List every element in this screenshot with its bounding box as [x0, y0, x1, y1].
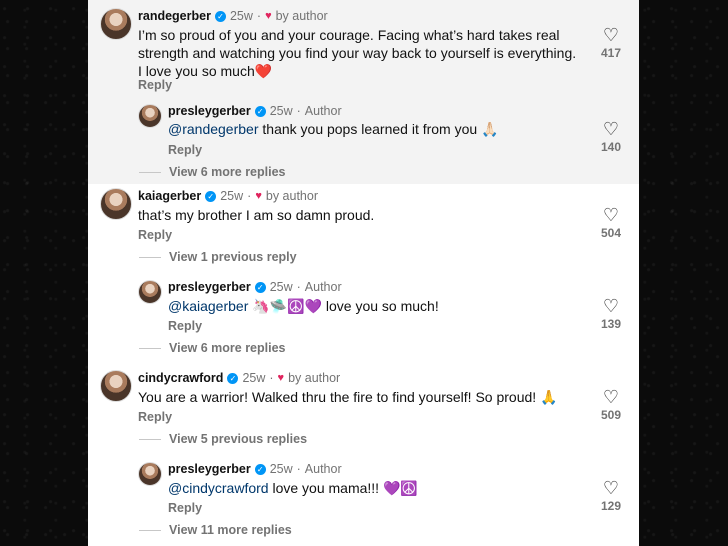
- reply-button[interactable]: Reply: [138, 410, 172, 424]
- timestamp: 25w: [269, 104, 293, 118]
- liked-by-author: by author: [288, 371, 341, 385]
- reply-meta: presleygerber ✓ 25w · Author: [168, 280, 342, 294]
- like-count: 129: [600, 499, 622, 513]
- mention-link[interactable]: @cindycrawford: [168, 480, 269, 496]
- like-count: 504: [600, 226, 622, 240]
- verified-badge-icon: ✓: [214, 10, 226, 22]
- avatar[interactable]: [100, 188, 132, 220]
- like-button[interactable]: ♡ 417: [591, 26, 631, 60]
- liked-by-author: by author: [275, 9, 328, 23]
- like-button[interactable]: ♡ 509: [591, 388, 631, 422]
- comment-text: that’s my brother I am so damn proud.: [138, 207, 375, 223]
- verified-badge-icon: ✓: [205, 190, 217, 202]
- verified-badge-icon: ✓: [254, 281, 266, 293]
- view-more-replies[interactable]: View 11 more replies: [139, 523, 292, 537]
- reply-meta: presleygerber ✓ 25w · Author: [168, 462, 342, 476]
- heart-filled-icon: ♥: [265, 10, 272, 22]
- author-label: Author: [304, 104, 342, 118]
- like-button[interactable]: ♡ 129: [591, 479, 631, 513]
- reply-button[interactable]: Reply: [168, 501, 202, 515]
- avatar[interactable]: [138, 104, 162, 128]
- reply-button[interactable]: Reply: [138, 78, 172, 92]
- like-button[interactable]: ♡ 504: [591, 206, 631, 240]
- reply-text: @kaiagerber 🦄🛸☮️💜 love you so much!: [168, 298, 439, 314]
- author-label: Author: [304, 280, 342, 294]
- comment-meta: randegerber ✓ 25w · ♥ by author: [138, 9, 328, 23]
- author-label: Author: [304, 462, 342, 476]
- like-button[interactable]: ♡ 139: [591, 297, 631, 331]
- timestamp: 25w: [269, 280, 293, 294]
- heart-outline-icon[interactable]: ♡: [591, 120, 631, 138]
- like-count: 417: [600, 46, 622, 60]
- comment-text: I’m so proud of you and your courage. Fa…: [138, 27, 577, 79]
- heart-outline-icon[interactable]: ♡: [591, 479, 631, 497]
- verified-badge-icon: ✓: [254, 463, 266, 475]
- avatar[interactable]: [100, 8, 132, 40]
- verified-badge-icon: ✓: [254, 105, 266, 117]
- username[interactable]: randegerber: [138, 9, 211, 23]
- comment-meta: cindycrawford ✓ 25w · ♥ by author: [138, 371, 341, 385]
- heart-filled-icon: ♥: [277, 372, 285, 384]
- username[interactable]: presleygerber: [168, 104, 251, 118]
- reply-button[interactable]: Reply: [168, 319, 202, 333]
- comment-text: You are a warrior! Walked thru the fire …: [138, 389, 558, 405]
- reply-meta: presleygerber ✓ 25w · Author: [168, 104, 342, 118]
- reply-button[interactable]: Reply: [138, 228, 172, 242]
- mention-link[interactable]: @randegerber: [168, 121, 259, 137]
- timestamp: 25w: [220, 189, 244, 203]
- like-count: 509: [600, 408, 622, 422]
- timestamp: 25w: [269, 462, 293, 476]
- timestamp: 25w: [242, 371, 266, 385]
- comments-panel: randegerber ✓ 25w · ♥ by author I’m so p…: [88, 0, 639, 546]
- timestamp: 25w: [229, 9, 253, 23]
- reply-text: @cindycrawford love you mama!!! 💜☮️: [168, 480, 418, 496]
- view-previous-replies[interactable]: View 1 previous reply: [139, 250, 297, 264]
- view-previous-replies[interactable]: View 5 previous replies: [139, 432, 307, 446]
- heart-outline-icon[interactable]: ♡: [591, 388, 631, 406]
- view-more-replies[interactable]: View 6 more replies: [139, 165, 286, 179]
- like-count: 140: [600, 140, 622, 154]
- username[interactable]: presleygerber: [168, 280, 251, 294]
- liked-by-author: by author: [265, 189, 318, 203]
- like-button[interactable]: ♡ 140: [591, 120, 631, 154]
- heart-outline-icon[interactable]: ♡: [591, 26, 631, 44]
- username[interactable]: presleygerber: [168, 462, 251, 476]
- username[interactable]: cindycrawford: [138, 371, 223, 385]
- mention-link[interactable]: @kaiagerber: [168, 298, 248, 314]
- avatar[interactable]: [138, 462, 162, 486]
- verified-badge-icon: ✓: [227, 372, 239, 384]
- comment-meta: kaiagerber ✓ 25w · ♥ by author: [138, 189, 318, 203]
- reply-button[interactable]: Reply: [168, 143, 202, 157]
- heart-filled-icon: ♥: [255, 190, 262, 202]
- heart-outline-icon[interactable]: ♡: [591, 297, 631, 315]
- username[interactable]: kaiagerber: [138, 189, 201, 203]
- heart-outline-icon[interactable]: ♡: [591, 206, 631, 224]
- view-more-replies[interactable]: View 6 more replies: [139, 341, 286, 355]
- avatar[interactable]: [100, 370, 132, 402]
- reply-text: @randegerber thank you pops learned it f…: [168, 121, 499, 137]
- avatar[interactable]: [138, 280, 162, 304]
- like-count: 139: [600, 317, 622, 331]
